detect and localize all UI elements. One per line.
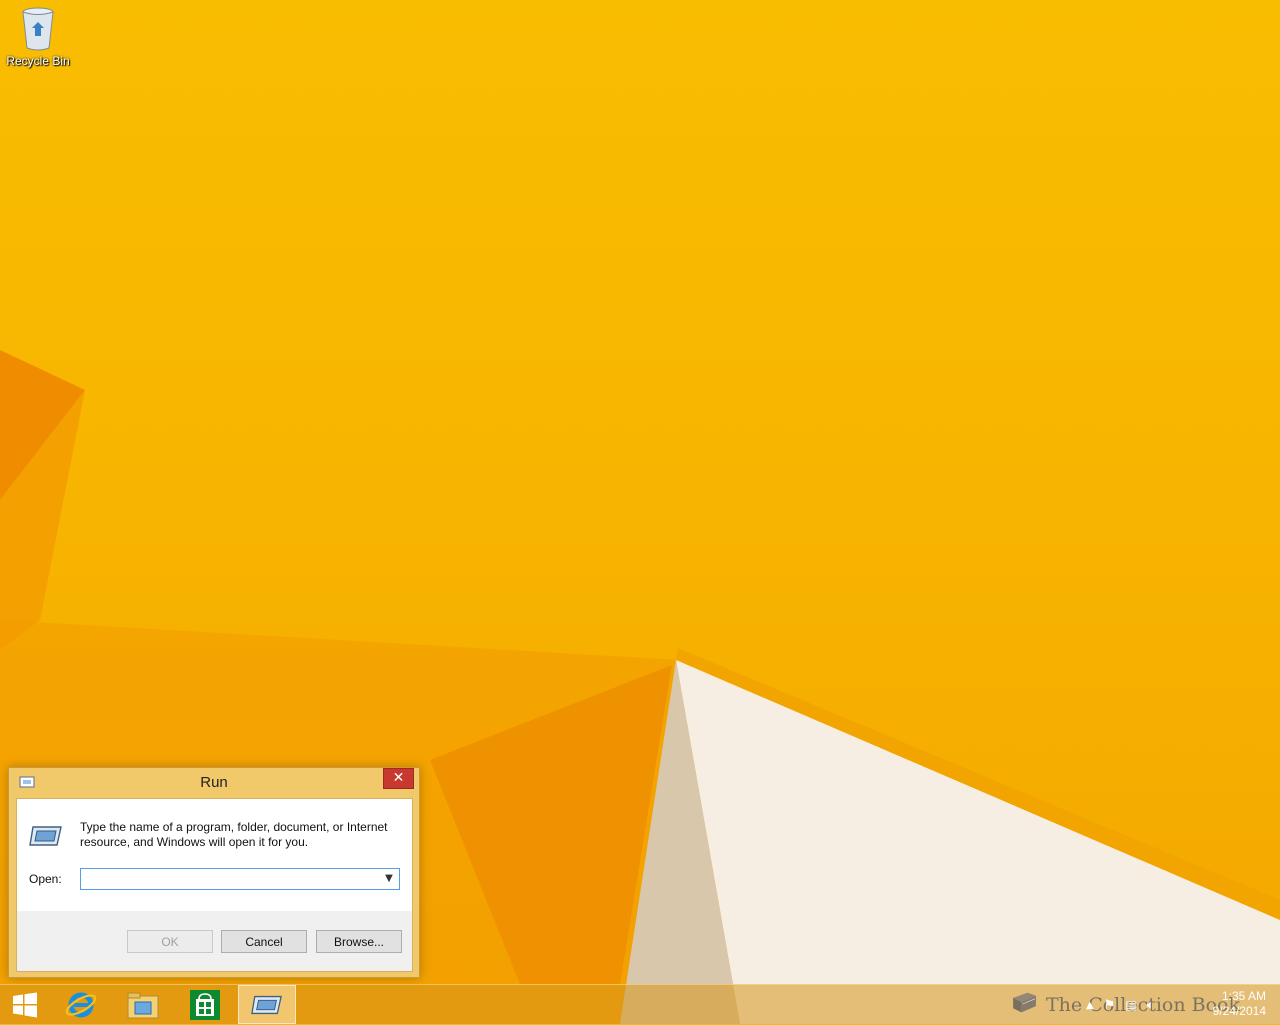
- run-program-icon: [29, 826, 62, 846]
- taskbar-store[interactable]: [176, 985, 234, 1024]
- cancel-button[interactable]: Cancel: [221, 930, 307, 953]
- taskbar: The Collection Book ▲ ⚑ ▤ 🔈︎ 1:35 AM 9/2…: [0, 984, 1280, 1024]
- run-titlebar[interactable]: Run ✕: [9, 768, 419, 797]
- run-title: Run: [200, 774, 228, 791]
- show-hidden-icons-icon[interactable]: ▲: [1086, 1000, 1094, 1011]
- tray-icons: ▲ ⚑ ▤ 🔈︎: [1086, 995, 1155, 1015]
- ok-button[interactable]: OK: [127, 930, 213, 953]
- open-combobox[interactable]: ▼: [80, 868, 400, 890]
- run-description: Type the name of a program, folder, docu…: [80, 820, 388, 849]
- taskbar-internet-explorer[interactable]: [52, 985, 110, 1024]
- file-explorer-icon: [127, 992, 159, 1018]
- run-dialog: Run ✕ Type the name of a program, folder…: [8, 767, 420, 978]
- internet-explorer-icon: [65, 992, 97, 1017]
- network-icon[interactable]: ▤: [1125, 998, 1136, 1012]
- clock-time: 1:35 AM: [1221, 989, 1266, 1003]
- windows-logo-icon: [13, 992, 37, 1017]
- run-icon: [251, 995, 282, 1014]
- open-label: Open:: [29, 872, 62, 886]
- system-tray: The Collection Book ▲ ⚑ ▤ 🔈︎ 1:35 AM 9/2…: [1010, 985, 1280, 1024]
- recycle-bin-desktop-icon[interactable]: Recycle Bin: [4, 4, 72, 74]
- volume-icon[interactable]: 🔈︎: [1147, 998, 1155, 1013]
- open-input[interactable]: [83, 870, 377, 888]
- taskbar-file-explorer[interactable]: [114, 985, 172, 1024]
- recycle-bin-icon: [22, 7, 54, 51]
- close-button[interactable]: ✕: [383, 768, 414, 789]
- recycle-bin-label: Recycle Bin: [6, 54, 70, 68]
- browse-button[interactable]: Browse...: [316, 930, 402, 953]
- run-client-area: Type the name of a program, folder, docu…: [16, 798, 413, 972]
- chevron-down-icon[interactable]: ▼: [381, 869, 397, 889]
- action-center-flag-icon[interactable]: ⚑: [1104, 998, 1116, 1013]
- book-icon: [1013, 992, 1036, 1013]
- clock-date: 9/24/2014: [1212, 1004, 1266, 1018]
- taskbar-clock[interactable]: 1:35 AM 9/24/2014: [1213, 989, 1266, 1019]
- taskbar-run[interactable]: [238, 985, 296, 1024]
- start-button[interactable]: [0, 985, 50, 1024]
- store-icon: [190, 989, 220, 1020]
